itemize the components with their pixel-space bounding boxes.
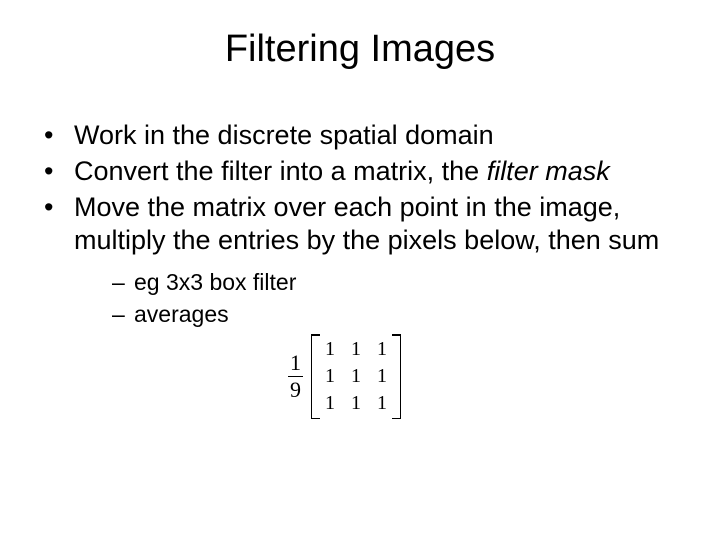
slide-title: Filtering Images	[40, 28, 680, 71]
matrix: 1 1 1 1 1 1 1 1 1	[311, 334, 401, 419]
sub-bullet-item: averages	[112, 298, 680, 330]
bullet-text-italic: filter mask	[487, 156, 610, 186]
matrix-cell: 1	[351, 338, 361, 361]
bullet-list: Work in the discrete spatial domain Conv…	[40, 119, 680, 330]
bullet-text: Work in the discrete spatial domain	[74, 120, 494, 150]
bullet-item: Convert the filter into a matrix, the fi…	[40, 155, 680, 189]
matrix-formula: 1 9 1 1 1 1 1 1 1 1 1	[288, 334, 401, 419]
matrix-cell: 1	[351, 392, 361, 415]
sub-bullet-list: eg 3x3 box filter averages	[74, 266, 680, 330]
bullet-item: Move the matrix over each point in the i…	[40, 191, 680, 331]
bullet-item: Work in the discrete spatial domain	[40, 119, 680, 153]
bracket-right-icon	[393, 334, 401, 419]
bullet-text: Move the matrix over each point in the i…	[74, 192, 659, 256]
matrix-cell: 1	[377, 338, 387, 361]
matrix-cell: 1	[377, 392, 387, 415]
fraction: 1 9	[288, 352, 303, 401]
fraction-denominator: 9	[288, 376, 303, 401]
sub-bullet-item: eg 3x3 box filter	[112, 266, 680, 298]
bracket-left-icon	[311, 334, 319, 419]
fraction-numerator: 1	[288, 352, 303, 376]
matrix-cell: 1	[325, 392, 335, 415]
bullet-text-pre: Convert the filter into a matrix, the	[74, 156, 487, 186]
matrix-cell: 1	[377, 365, 387, 388]
matrix-cell: 1	[325, 365, 335, 388]
matrix-cell: 1	[351, 365, 361, 388]
matrix-grid: 1 1 1 1 1 1 1 1 1	[319, 334, 393, 419]
matrix-cell: 1	[325, 338, 335, 361]
